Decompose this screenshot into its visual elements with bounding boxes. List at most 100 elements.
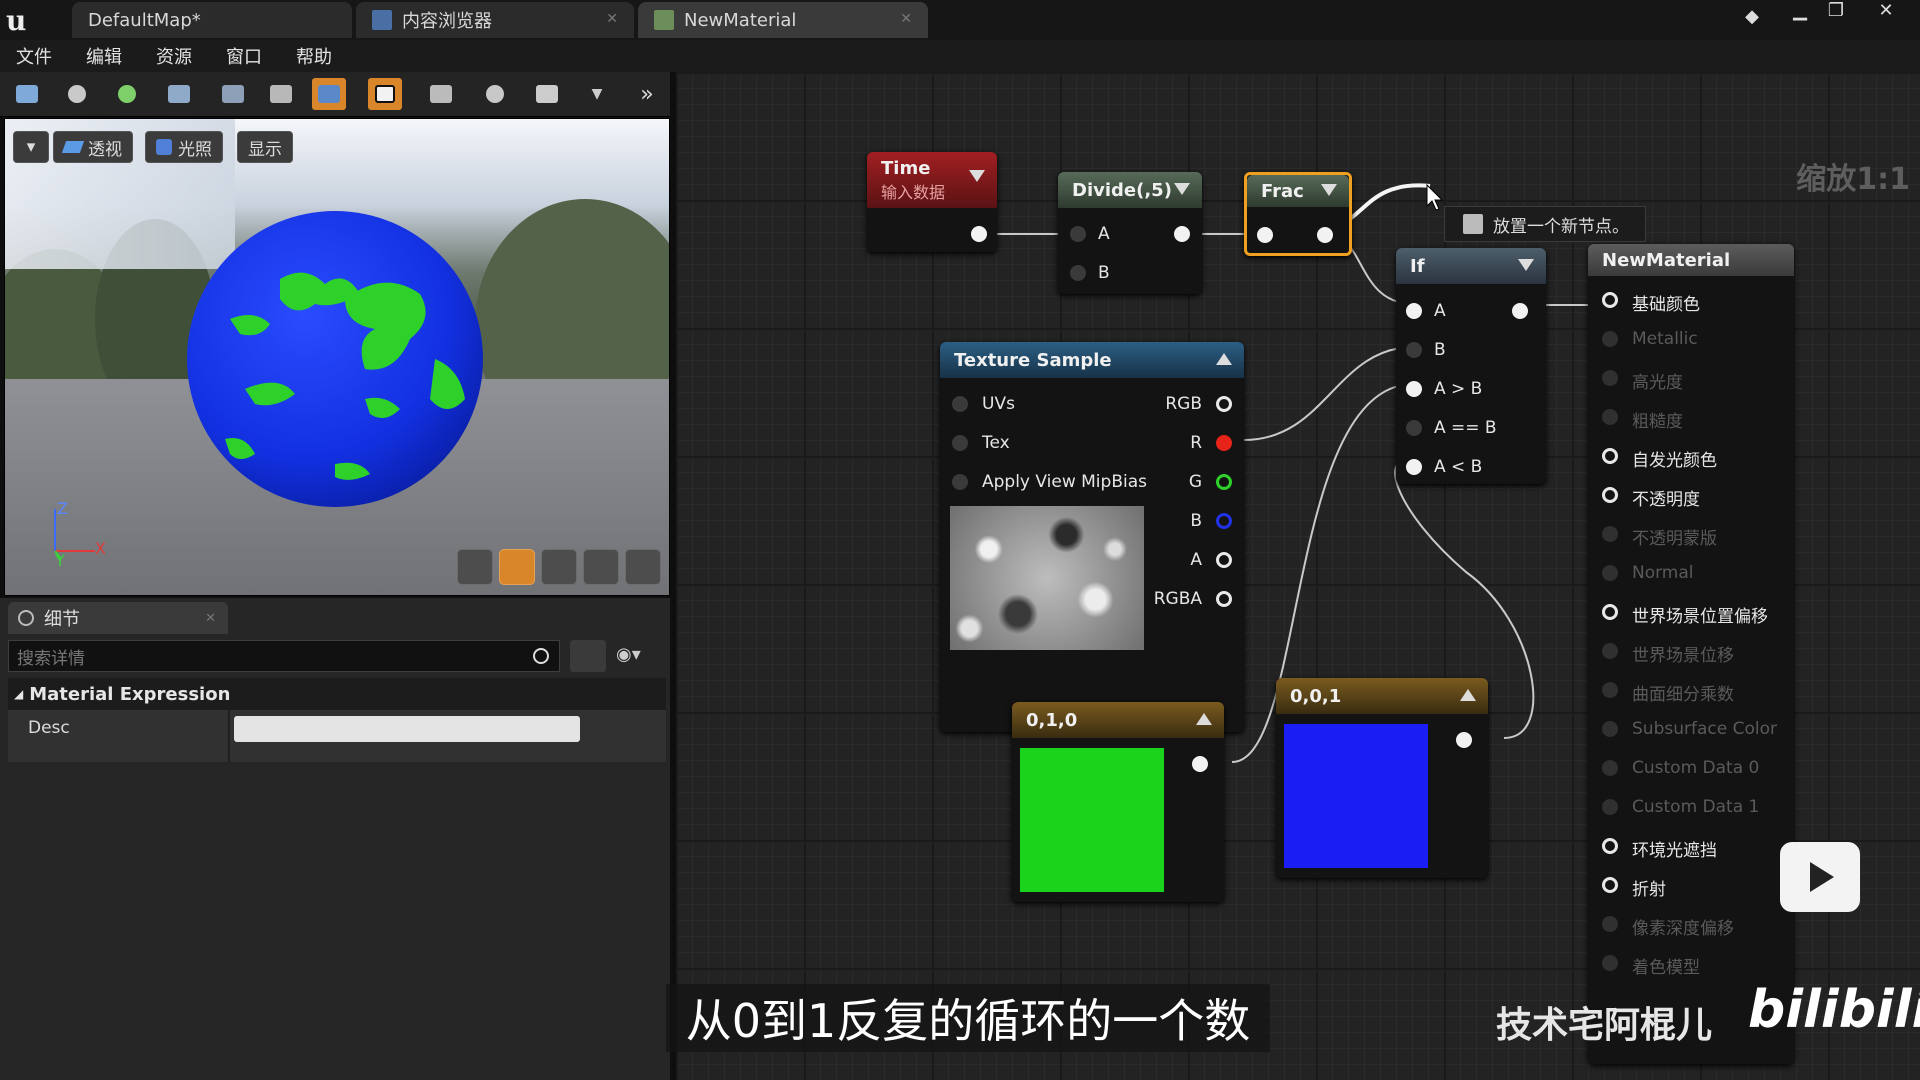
material-input-pin[interactable]: [1602, 565, 1618, 581]
collapse-arrow-icon[interactable]: [1321, 184, 1337, 196]
sphere-preview-icon[interactable]: [499, 549, 535, 585]
apply-button[interactable]: [110, 78, 144, 110]
collapse-arrow-icon[interactable]: [1196, 713, 1212, 725]
menu-file[interactable]: 文件: [16, 43, 52, 69]
stats-button[interactable]: [530, 78, 564, 110]
material-input-pin[interactable]: [1602, 799, 1618, 815]
output-pin[interactable]: [1317, 227, 1333, 243]
output-pin-g[interactable]: [1216, 474, 1232, 490]
close-icon[interactable]: ✕: [606, 11, 618, 27]
find-in-browser-button[interactable]: [60, 78, 94, 110]
node-divide[interactable]: Divide(,5) A B: [1058, 172, 1202, 294]
details-search-input[interactable]: 搜索详情: [8, 640, 560, 672]
input-pin-a[interactable]: [1406, 303, 1422, 319]
material-input-pin[interactable]: [1602, 955, 1618, 971]
play-overlay-icon[interactable]: [1780, 842, 1860, 912]
output-pin[interactable]: [1174, 226, 1190, 242]
live-update-button[interactable]: [478, 78, 512, 110]
output-pin[interactable]: [1456, 732, 1472, 748]
expand-toolbar-icon[interactable]: »: [630, 78, 664, 110]
material-input-pin[interactable]: [1602, 682, 1618, 698]
menu-asset[interactable]: 资源: [156, 43, 192, 69]
node-material-result[interactable]: NewMaterial 基础颜色 Metallic 高光度 粗糙度 自发光颜色 不透明度不…: [1588, 244, 1794, 1064]
collapse-arrow-icon[interactable]: [1216, 353, 1232, 365]
input-pin-b[interactable]: [1406, 342, 1422, 358]
teapot-preview-icon[interactable]: [625, 549, 661, 585]
unreal-logo-icon[interactable]: u: [6, 4, 38, 37]
tab-newmaterial[interactable]: NewMaterial ✕: [638, 2, 928, 38]
material-input-pin[interactable]: [1602, 643, 1618, 659]
node-frac[interactable]: Frac: [1244, 172, 1352, 256]
output-pin-rgba[interactable]: [1216, 591, 1232, 607]
maximize-icon[interactable]: ❐: [1820, 0, 1852, 24]
close-window-icon[interactable]: ✕: [1870, 0, 1902, 24]
perspective-button[interactable]: 透视: [53, 131, 133, 163]
collapse-arrow-icon[interactable]: [1460, 689, 1476, 701]
material-input-pin[interactable]: [1602, 370, 1618, 386]
close-icon[interactable]: ✕: [205, 611, 216, 626]
menu-window[interactable]: 窗口: [226, 43, 262, 69]
material-input-pin[interactable]: [1602, 448, 1618, 464]
output-pin[interactable]: [1192, 756, 1208, 772]
cylinder-preview-icon[interactable]: [457, 549, 493, 585]
output-pin[interactable]: [971, 226, 987, 242]
input-pin-b[interactable]: [1070, 265, 1086, 281]
viewport-options-button[interactable]: ▾: [13, 131, 49, 163]
cube-preview-icon[interactable]: [583, 549, 619, 585]
material-input-pin[interactable]: [1602, 604, 1618, 620]
input-pin-uvs[interactable]: [952, 396, 968, 412]
details-tab[interactable]: 细节 ✕: [8, 602, 228, 634]
preview-node-button[interactable]: [312, 78, 346, 110]
home-button[interactable]: [216, 78, 250, 110]
node-texture-sample[interactable]: Texture Sample UVs Tex Apply View MipBia…: [940, 342, 1244, 732]
clean-up-button[interactable]: [264, 78, 298, 110]
collapse-arrow-icon[interactable]: [1518, 259, 1534, 271]
collapse-arrow-icon[interactable]: [1174, 183, 1190, 195]
close-icon[interactable]: ✕: [900, 11, 912, 27]
input-pin[interactable]: [1257, 227, 1273, 243]
list-view-icon[interactable]: [570, 640, 606, 672]
search-button[interactable]: [162, 78, 196, 110]
lighting-button[interactable]: 光照: [145, 131, 223, 163]
input-pin-a[interactable]: [1070, 226, 1086, 242]
menu-help[interactable]: 帮助: [296, 43, 332, 69]
output-pin[interactable]: [1512, 303, 1528, 319]
node-time[interactable]: Time 输入数据: [867, 152, 997, 252]
tab-defaultmap[interactable]: DefaultMap*: [72, 2, 352, 38]
chevron-down-icon[interactable]: ▼: [580, 78, 614, 110]
save-button[interactable]: [10, 78, 44, 110]
show-button[interactable]: 显示: [237, 131, 293, 163]
preview-viewport[interactable]: ▾ 透视 光照 显示 Z Y X: [4, 118, 670, 596]
eye-visibility-icon[interactable]: ◉▾: [616, 644, 656, 668]
material-input-pin[interactable]: [1602, 409, 1618, 425]
material-input-pin[interactable]: [1602, 721, 1618, 737]
desc-field[interactable]: [234, 716, 580, 742]
output-pin-r[interactable]: [1216, 435, 1232, 451]
material-input-pin[interactable]: [1602, 331, 1618, 347]
input-pin-a-equals-b[interactable]: [1406, 420, 1422, 436]
node-constant-blue[interactable]: 0,0,1: [1276, 678, 1488, 878]
collapse-arrow-icon[interactable]: [969, 170, 985, 182]
category-header[interactable]: ◢ Material Expression: [8, 678, 666, 710]
material-graph[interactable]: Time 输入数据 Divide(,5) A B Frac If A B A >…: [676, 72, 1920, 1080]
tab-content-browser[interactable]: 内容浏览器 ✕: [356, 2, 634, 38]
live-nodes-button[interactable]: [424, 78, 458, 110]
input-pin-a-less-b[interactable]: [1406, 459, 1422, 475]
material-input-pin[interactable]: [1602, 292, 1618, 308]
input-pin-a-greater-b[interactable]: [1406, 381, 1422, 397]
output-pin-a[interactable]: [1216, 552, 1232, 568]
material-input-pin[interactable]: [1602, 487, 1618, 503]
material-input-pin[interactable]: [1602, 877, 1618, 893]
output-pin-rgb[interactable]: [1216, 396, 1232, 412]
plane-preview-icon[interactable]: [541, 549, 577, 585]
help-icon[interactable]: ◆: [1736, 6, 1768, 30]
output-pin-b[interactable]: [1216, 513, 1232, 529]
material-input-pin[interactable]: [1602, 760, 1618, 776]
material-input-pin[interactable]: [1602, 526, 1618, 542]
input-pin-mipbias[interactable]: [952, 474, 968, 490]
node-if[interactable]: If A B A > B A == B A < B: [1396, 248, 1546, 484]
input-pin-tex[interactable]: [952, 435, 968, 451]
material-input-pin[interactable]: [1602, 916, 1618, 932]
live-preview-button[interactable]: [368, 78, 402, 110]
node-constant-green[interactable]: 0,1,0: [1012, 702, 1224, 902]
